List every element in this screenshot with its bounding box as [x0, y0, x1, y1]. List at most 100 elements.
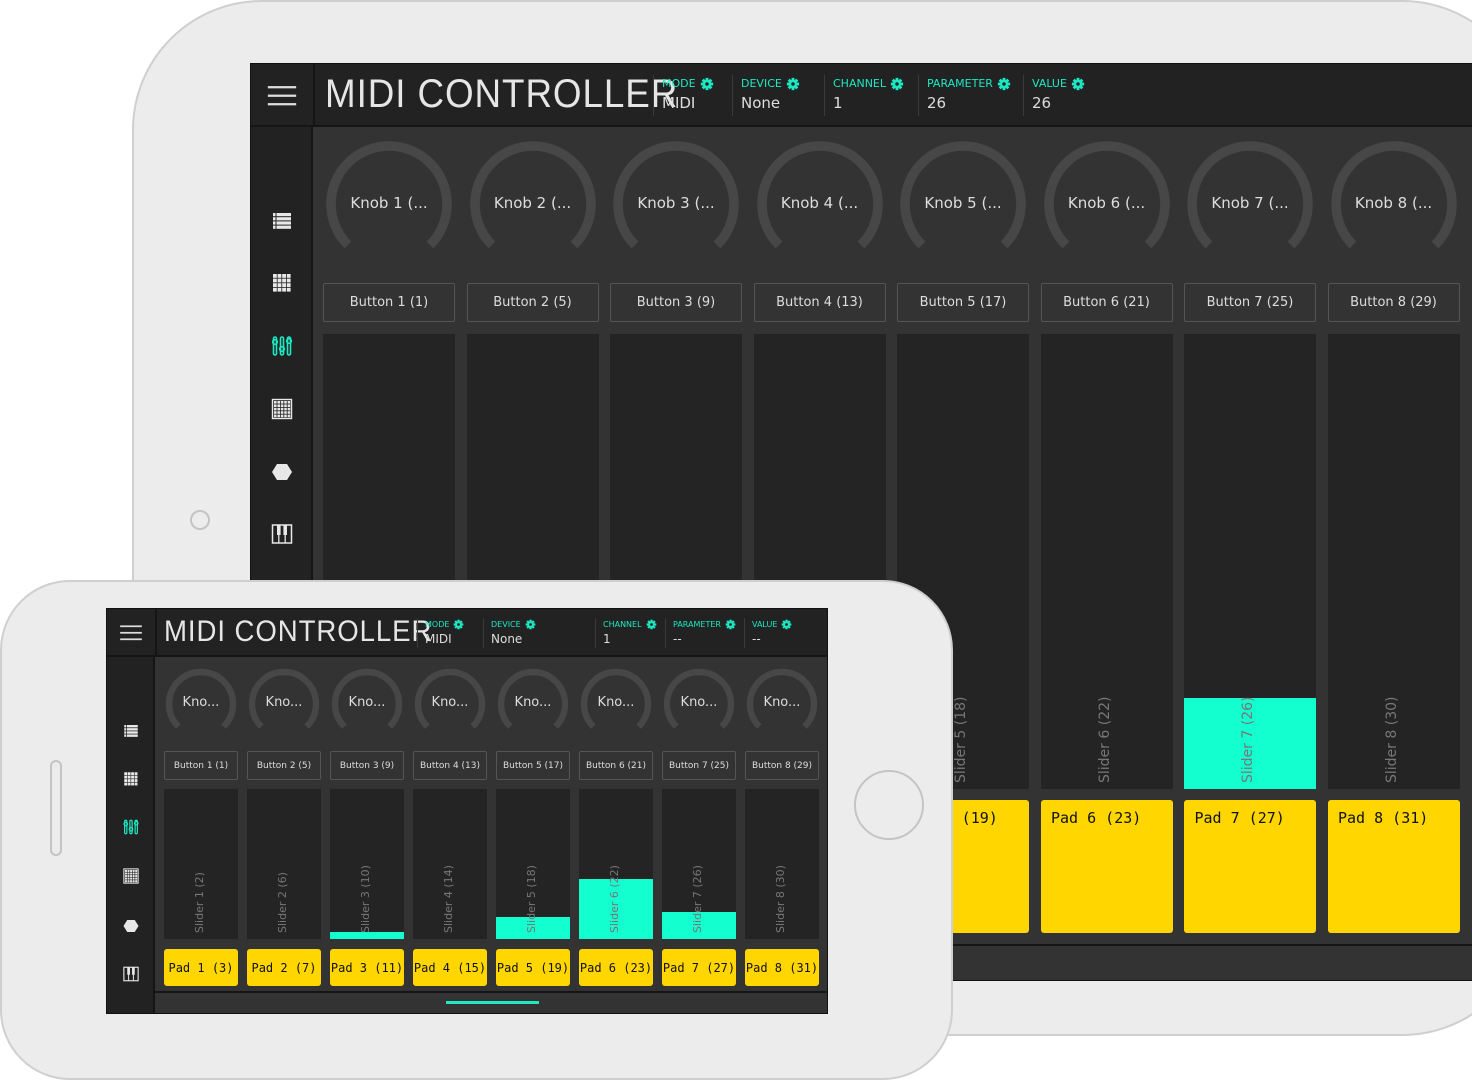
sidebar-item-sliders[interactable]: [122, 818, 140, 840]
pad[interactable]: Pad 7 (27): [1184, 800, 1316, 933]
slider[interactable]: Slider 7 (26): [662, 789, 736, 939]
phone-home-button[interactable]: [854, 770, 924, 840]
gear-icon[interactable]: [786, 77, 800, 91]
tablet-home-button[interactable]: [190, 510, 210, 530]
knob-label: Knob 1 (...: [350, 193, 428, 212]
gear-icon[interactable]: [997, 77, 1011, 91]
gear-icon[interactable]: [890, 77, 904, 91]
pad[interactable]: Pad 4 (15): [413, 949, 487, 986]
header-field-channel[interactable]: CHANNEL 1: [603, 619, 657, 647]
menu-button[interactable]: [265, 79, 299, 117]
slider-label: Slider 2 (6): [276, 872, 290, 933]
field-value: 1: [603, 632, 611, 647]
sidebar-item-list[interactable]: [122, 722, 140, 744]
slider-label: Slider 5 (18): [525, 865, 539, 933]
header-field-device[interactable]: DEVICE None: [491, 619, 536, 646]
control-button[interactable]: Button 2 (5): [466, 283, 599, 322]
app-title: MIDI CONTROLLER: [164, 615, 433, 648]
gear-icon[interactable]: [646, 619, 657, 630]
slider[interactable]: Slider 1 (2): [164, 789, 238, 939]
control-button[interactable]: Button 1 (1): [323, 283, 455, 322]
pad[interactable]: Pad 5 (19): [496, 949, 570, 986]
control-button[interactable]: Button 3 (9): [610, 283, 742, 322]
slider[interactable]: Slider 2 (6): [247, 789, 321, 939]
slider[interactable]: Slider 8 (30): [1327, 334, 1460, 789]
header-field-parameter[interactable]: PARAMETER --: [673, 619, 736, 647]
gear-icon[interactable]: [525, 619, 536, 630]
control-button[interactable]: Button 8 (29): [745, 751, 819, 780]
gear-icon[interactable]: [700, 77, 714, 91]
sidebar-item-hexagon[interactable]: [270, 460, 294, 488]
control-button[interactable]: Button 6 (21): [579, 751, 653, 780]
gear-icon[interactable]: [1071, 77, 1085, 91]
field-divider: [744, 617, 745, 649]
pad[interactable]: Pad 3 (11): [330, 949, 404, 986]
sidebar-item-grid-small[interactable]: [270, 271, 294, 299]
control-button[interactable]: Button 1 (1): [164, 751, 238, 780]
field-label-text: VALUE: [752, 619, 778, 629]
pad[interactable]: Pad 6 (23): [579, 949, 653, 986]
phone-speaker: [50, 760, 62, 856]
header-field-device[interactable]: DEVICE None: [741, 77, 800, 113]
pad[interactable]: Pad 1 (3): [164, 949, 238, 986]
pad[interactable]: Pad 7 (27): [662, 949, 736, 986]
gear-icon[interactable]: [725, 619, 736, 630]
page-indicator[interactable]: [446, 1001, 539, 1004]
knob-label: Kno...: [597, 695, 635, 710]
header-field-mode[interactable]: MODE MIDI: [425, 619, 464, 646]
slider-label: Slider 3 (10): [359, 865, 373, 933]
control-button[interactable]: Button 3 (9): [330, 751, 404, 780]
slider-label: Slider 5 (18): [953, 696, 970, 783]
slider-label: Slider 8 (30): [1383, 696, 1400, 783]
header-field-channel[interactable]: CHANNEL 1: [833, 77, 904, 112]
slider[interactable]: Slider 3 (10): [330, 789, 404, 939]
pad[interactable]: Pad 6 (23): [1040, 800, 1173, 933]
sidebar-item-grid-small[interactable]: [122, 770, 140, 792]
control-button[interactable]: Button 5 (17): [897, 283, 1029, 322]
sidebar-item-piano[interactable]: [270, 522, 294, 550]
control-button[interactable]: Button 8 (29): [1327, 283, 1460, 322]
slider[interactable]: Slider 6 (22): [579, 789, 653, 939]
control-button[interactable]: Button 4 (13): [413, 751, 487, 780]
sidebar-item-hexagon[interactable]: [122, 917, 140, 939]
control-button[interactable]: Button 5 (17): [496, 751, 570, 780]
sidebar-item-sliders[interactable]: [270, 334, 294, 362]
piano-icon: [270, 522, 294, 546]
control-button[interactable]: Button 7 (25): [662, 751, 736, 780]
sidebar-item-list[interactable]: [270, 209, 294, 237]
slider[interactable]: Slider 8 (30): [745, 789, 819, 939]
pad[interactable]: Pad 8 (31): [745, 949, 819, 986]
field-label-text: CHANNEL: [833, 77, 887, 91]
field-label: PARAMETER: [927, 77, 1011, 91]
phone-screen: MIDI CONTROLLER MODE MIDI DEVICE None CHANNEL…: [106, 608, 828, 1014]
sidebar-item-grid-large[interactable]: [122, 867, 140, 889]
sliders-icon: [122, 818, 140, 836]
slider[interactable]: Slider 7 (26): [1184, 334, 1316, 789]
menu-button[interactable]: [118, 620, 144, 650]
slider[interactable]: Slider 5 (18): [496, 789, 570, 939]
control-button[interactable]: Button 2 (5): [247, 751, 321, 780]
gear-icon[interactable]: [453, 619, 464, 630]
field-value: MIDI: [662, 94, 696, 113]
control-button[interactable]: Button 7 (25): [1184, 283, 1316, 322]
knob-label: Knob 7 (...: [1211, 193, 1289, 212]
header-field-parameter[interactable]: PARAMETER 26: [927, 77, 1011, 112]
pad[interactable]: Pad 8 (31): [1327, 800, 1460, 933]
header-field-mode[interactable]: MODE MIDI: [662, 77, 714, 113]
knob-label: Kno...: [182, 695, 220, 710]
sidebar-item-grid-large[interactable]: [270, 397, 294, 425]
gear-icon[interactable]: [781, 619, 792, 630]
field-value: --: [673, 632, 682, 647]
field-label: MODE: [425, 619, 464, 630]
slider[interactable]: Slider 4 (14): [413, 789, 487, 939]
header-field-value[interactable]: VALUE 26: [1032, 77, 1085, 112]
control-button[interactable]: Button 4 (13): [753, 283, 886, 322]
field-value: None: [741, 94, 781, 113]
header-field-value[interactable]: VALUE --: [752, 619, 792, 646]
knob-label: Knob 2 (...: [493, 193, 572, 212]
sidebar-item-piano[interactable]: [122, 965, 140, 987]
control-button[interactable]: Button 6 (21): [1040, 283, 1173, 322]
slider[interactable]: Slider 6 (22): [1040, 334, 1173, 789]
pad[interactable]: Pad 2 (7): [247, 949, 321, 986]
slider-label: Slider 1 (2): [193, 872, 207, 933]
